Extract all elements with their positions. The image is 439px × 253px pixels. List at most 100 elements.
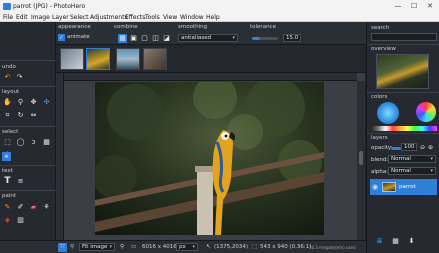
select-move-icon[interactable]: ✣ <box>42 98 51 107</box>
parrot-photo <box>95 82 324 235</box>
text-section-label: text <box>2 168 13 174</box>
combine-xor-icon[interactable]: ◪ <box>162 34 171 43</box>
tolerance-slider[interactable] <box>252 37 278 40</box>
cursor-position-text: (1375,2034) <box>214 244 249 250</box>
primary-color-swatch[interactable] <box>377 102 399 124</box>
layer-row[interactable]: ◉ parrot <box>370 179 437 195</box>
combine-replace-icon[interactable]: ▦ <box>118 34 127 43</box>
alpha-select[interactable]: Normal ▾ <box>388 167 436 175</box>
scrollbar-thumb[interactable] <box>359 151 363 165</box>
combine-label: combine <box>114 24 138 30</box>
redo-icon[interactable]: ↷ <box>15 73 24 82</box>
zoom-icon[interactable]: ⚲ <box>70 244 74 250</box>
eraser-icon[interactable]: ▰ <box>29 203 38 212</box>
menu-adjustments[interactable]: Adjustments <box>90 14 128 21</box>
layer-name: parrot <box>399 184 416 190</box>
pencil-icon[interactable]: ✐ <box>16 203 25 212</box>
image-size-icon: ▭ <box>131 244 137 250</box>
tolerance-value: 15.0 <box>286 35 299 41</box>
photo-canvas[interactable] <box>95 82 324 235</box>
combine-intersect-icon[interactable]: ◫ <box>151 34 160 43</box>
blend-value: Normal <box>391 156 411 162</box>
opacity-stepper-icon[interactable]: ⊖ <box>420 144 425 151</box>
layers-stack-icon[interactable]: ≣ <box>375 237 384 246</box>
color-palette[interactable] <box>371 126 437 131</box>
menu-image[interactable]: Image <box>31 14 50 21</box>
crop-icon[interactable]: ⌗ <box>3 111 12 120</box>
visibility-eye-icon[interactable]: ◉ <box>372 183 378 191</box>
menu-tools[interactable]: Tools <box>145 14 160 21</box>
blend-label: blend: <box>371 157 389 163</box>
opacity-label: opacity: <box>371 145 393 151</box>
undo-icon[interactable]: ↶ <box>3 73 12 82</box>
menu-file[interactable]: File <box>3 14 13 21</box>
color-wheel[interactable] <box>416 102 436 122</box>
zoom-in-icon[interactable]: ⚲ <box>120 244 124 250</box>
combine-add-icon[interactable]: ▣ <box>129 34 138 43</box>
tolerance-input[interactable]: 15.0 <box>283 34 301 42</box>
alpha-value: Normal <box>391 168 411 174</box>
image-tabs <box>56 45 365 73</box>
menu-window[interactable]: Window <box>180 14 204 21</box>
merge-down-icon[interactable]: ⬇ <box>407 237 416 246</box>
menu-select[interactable]: Select <box>70 14 89 21</box>
image-tab-thumbnail-active[interactable] <box>86 48 110 70</box>
close-button[interactable]: ✕ <box>424 2 436 11</box>
menu-help[interactable]: Help <box>206 14 220 21</box>
ellipse-select-icon[interactable]: ◯ <box>16 138 25 147</box>
zoom-mode-value: Fit image <box>82 244 108 250</box>
divider <box>0 165 56 166</box>
divider <box>0 60 56 61</box>
select-all-icon[interactable]: ▦ <box>42 138 51 147</box>
text-tool-icon[interactable]: T <box>3 177 12 186</box>
overview-thumbnail[interactable] <box>376 54 429 89</box>
opacity-stepper-icon[interactable]: ⊕ <box>428 144 433 151</box>
animate-checkbox[interactable]: ✓ <box>58 34 65 41</box>
zoom-icon[interactable]: ⚲ <box>16 98 25 107</box>
image-tab-thumbnail[interactable] <box>60 48 84 70</box>
menu-edit[interactable]: Edit <box>16 14 28 21</box>
chevron-down-icon: ▾ <box>192 244 195 250</box>
smoothing-label: smoothing <box>178 24 208 30</box>
menu-bar: File Edit Image Layer Select Adjustments… <box>0 13 439 22</box>
magic-wand-icon[interactable]: ⚹ <box>2 152 11 161</box>
layer-thumbnail <box>382 182 396 192</box>
brush-icon[interactable]: ✎ <box>3 203 12 212</box>
rect-select-icon[interactable]: ⬚ <box>3 138 12 147</box>
fit-screen-icon[interactable]: ⤧ <box>58 243 67 252</box>
layers-section-label: layers <box>371 135 388 141</box>
blend-select[interactable]: Normal ▾ <box>388 155 436 163</box>
smoothing-select[interactable]: antialiased ▾ <box>178 34 238 42</box>
minimize-button[interactable]: — <box>392 2 404 11</box>
maximize-button[interactable]: ☐ <box>408 2 420 11</box>
image-tab-thumbnail[interactable] <box>116 48 140 70</box>
move-icon[interactable]: ✥ <box>29 98 38 107</box>
new-layer-icon[interactable]: ▦ <box>391 237 400 246</box>
combine-subtract-icon[interactable]: ▢ <box>140 34 149 43</box>
menu-effects[interactable]: Effects <box>125 14 145 21</box>
image-tab-thumbnail[interactable] <box>143 48 167 70</box>
fill-bucket-icon[interactable]: ◈ <box>3 216 12 225</box>
flip-icon[interactable]: ⇔ <box>29 111 38 120</box>
rotate-icon[interactable]: ↻ <box>16 111 25 120</box>
clone-icon[interactable]: ⚘ <box>42 203 51 212</box>
zoom-mode-select[interactable]: Fit image ▾ <box>79 243 115 251</box>
lasso-icon[interactable]: ↄ <box>29 138 38 147</box>
tolerance-slider-fill <box>252 37 260 40</box>
gradient-icon[interactable]: ▥ <box>16 216 25 225</box>
vertical-scrollbar[interactable] <box>357 81 365 240</box>
opacity-slider[interactable] <box>391 147 401 150</box>
menu-view[interactable]: View <box>163 14 177 21</box>
divider <box>0 190 56 191</box>
divider <box>0 126 56 127</box>
left-panel: undo ↶ ↷ layout ✋ ⚲ ✥ ✣ ⌗ ↻ ⇔ select ⬚ ◯… <box>0 22 56 240</box>
text-style-icon[interactable]: ≡ <box>16 177 25 186</box>
pan-hand-icon[interactable]: ✋ <box>3 98 12 107</box>
menu-layer[interactable]: Layer <box>52 14 69 21</box>
opacity-value: 100 <box>404 144 415 150</box>
paint-section-label: paint <box>2 193 17 199</box>
search-input[interactable] <box>371 33 437 41</box>
opacity-input[interactable]: 100 <box>401 143 417 151</box>
unit-select[interactable]: px ▾ <box>176 243 198 251</box>
bottom-toolbar <box>0 240 56 253</box>
